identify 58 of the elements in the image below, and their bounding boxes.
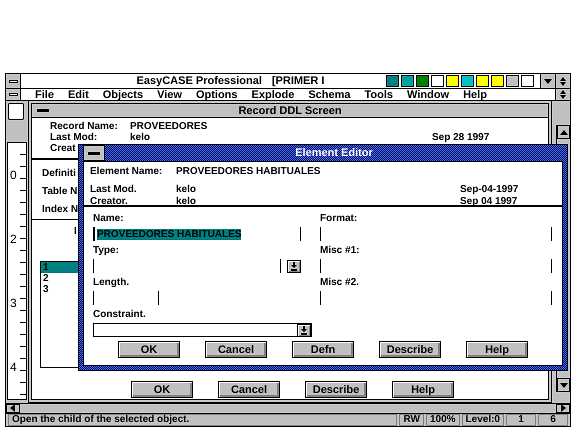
date-value: Sep-04-1997 <box>460 184 518 195</box>
menu-item[interactable]: Window <box>407 90 450 100</box>
field-value: PROVEEDORES HABITUALES <box>176 166 320 177</box>
field-label: Format: <box>320 213 358 224</box>
field-value: PROVEEDORES <box>130 121 208 132</box>
field-label: Element Name: <box>90 166 162 177</box>
field-value: kelo <box>176 196 196 207</box>
field-label: Record Name: <box>50 121 118 132</box>
field-label: Table N <box>42 186 78 197</box>
field-label: Last Mod: <box>50 132 98 143</box>
ruler-label: 4 <box>10 361 17 373</box>
field-label: Name: <box>93 213 124 224</box>
status-field: Level:0 <box>462 414 504 426</box>
field-label: Length. <box>93 277 130 288</box>
column-header: I <box>74 226 77 237</box>
field-label: Misc #1: <box>320 245 360 256</box>
ruler-label: 2 <box>10 233 17 245</box>
document-name: [PRIMER I <box>272 75 324 87</box>
field-label: Constraint. <box>93 309 146 320</box>
field-label: Type: <box>93 245 119 256</box>
field-label: Creator. <box>90 196 128 207</box>
window-title: EasyCASE Professional <box>136 75 262 87</box>
menu-item[interactable]: Tools <box>364 90 394 100</box>
ruler-label: 3 <box>10 297 17 309</box>
field-label: Definiti <box>42 168 76 179</box>
ruler-label: 0 <box>10 169 17 181</box>
dialog-button[interactable]: Help <box>466 341 528 358</box>
status-field: Open the child of the selected object. <box>8 414 398 426</box>
dialog-button[interactable]: Describe <box>379 341 441 358</box>
date-value: Sep 28 1997 <box>432 132 490 143</box>
dialog-button[interactable]: Defn <box>292 341 354 358</box>
field-label: Misc #2. <box>320 277 359 288</box>
dialog-title: Element Editor <box>294 146 374 161</box>
field-label: Index N <box>42 204 78 215</box>
dialog-button[interactable]: OK <box>118 341 180 358</box>
status-field: RW <box>399 414 424 426</box>
menu-item[interactable]: Edit <box>68 90 89 100</box>
menu-item[interactable]: Objects <box>102 90 144 100</box>
dialog-button[interactable]: Help <box>392 381 454 398</box>
dialog-button[interactable]: Cancel <box>218 381 280 398</box>
menu-item[interactable]: File <box>35 90 54 100</box>
field-value: kelo <box>176 184 196 195</box>
dialog-title: Record DDL Screen <box>237 104 343 117</box>
date-value: Sep 04 1997 <box>460 196 518 207</box>
menu-item[interactable]: Options <box>196 90 238 100</box>
field-value: kelo <box>130 132 150 143</box>
field-label: Creat <box>50 143 76 154</box>
status-field: 6 <box>538 414 568 426</box>
dialog-button[interactable]: Cancel <box>205 341 267 358</box>
status-field: 1 <box>506 414 536 426</box>
menu-item[interactable]: Help <box>463 90 487 100</box>
menu-item[interactable]: Explode <box>252 90 294 100</box>
menu-item[interactable]: View <box>157 90 182 100</box>
menu-item[interactable]: Schema <box>308 90 351 100</box>
status-field: 100% <box>426 414 460 426</box>
dialog-button[interactable]: Describe <box>305 381 367 398</box>
field-label: Last Mod. <box>90 184 137 195</box>
dialog-button[interactable]: OK <box>131 381 193 398</box>
